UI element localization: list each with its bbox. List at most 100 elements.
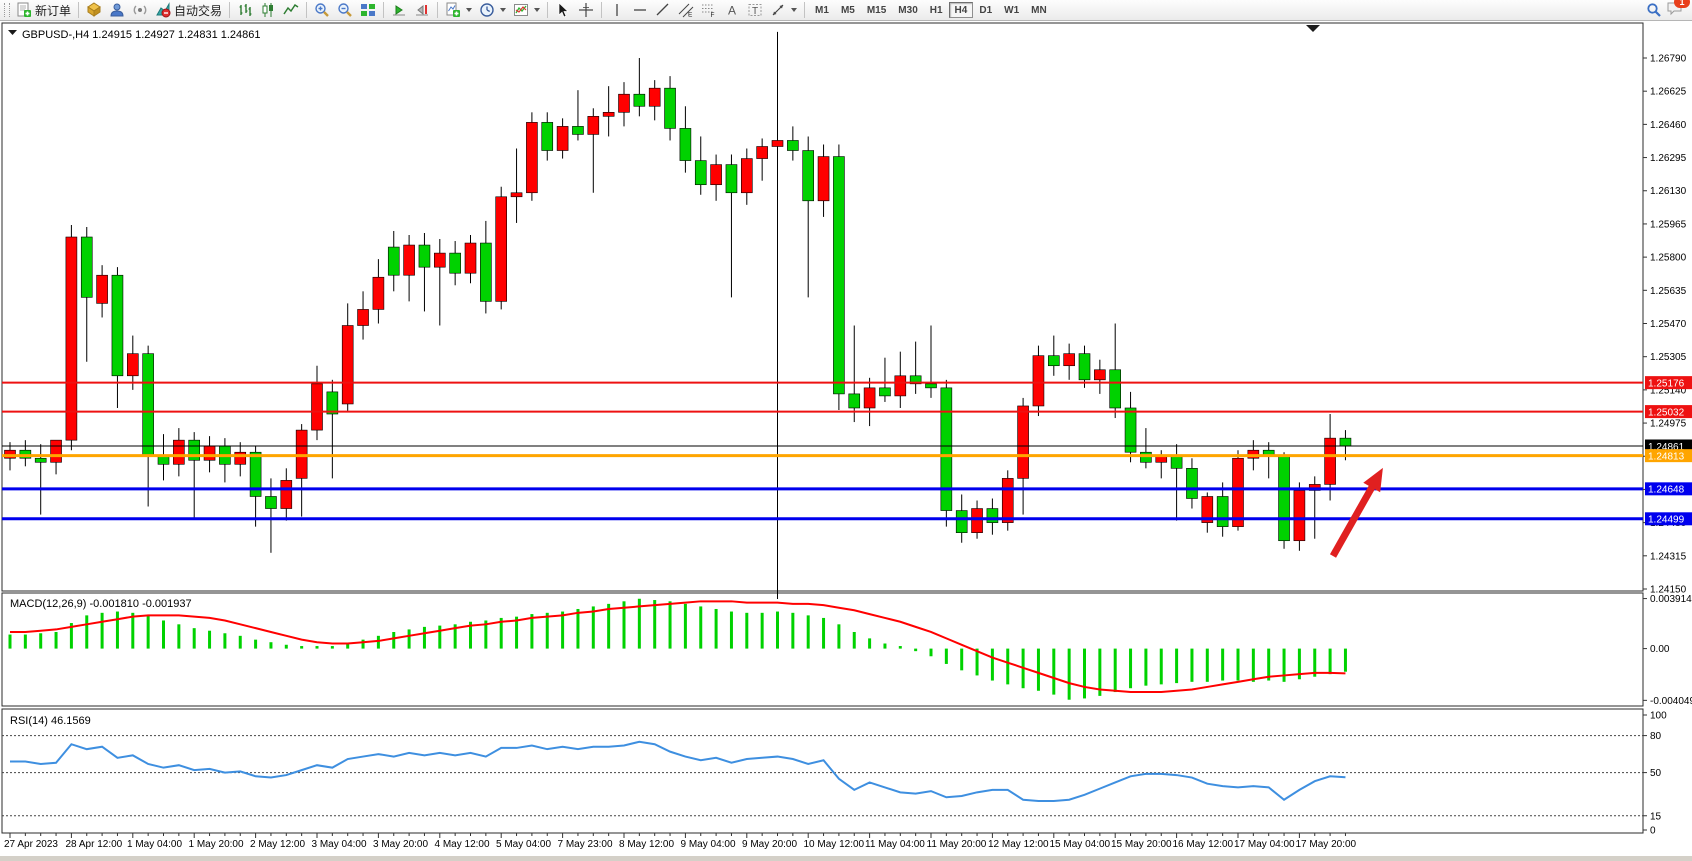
time-axis-label[interactable]: 17 May 20:00 — [1296, 839, 1357, 850]
notifications-button[interactable]: 1 — [1666, 0, 1684, 21]
search-button[interactable] — [1643, 1, 1665, 19]
time-axis-label[interactable]: 16 May 12:00 — [1173, 839, 1234, 850]
auto-scroll-button[interactable] — [388, 1, 410, 19]
indicators-button[interactable] — [442, 1, 475, 19]
zoom-out-button[interactable] — [334, 1, 356, 19]
tab-timeframe-d1[interactable]: D1 — [973, 2, 998, 18]
bar-chart-button[interactable] — [234, 1, 256, 19]
candle-body — [1094, 370, 1105, 380]
autotrading-button[interactable]: 自动交易 — [152, 1, 225, 19]
time-axis-label[interactable]: 11 May 20:00 — [927, 839, 987, 850]
tile-windows-button[interactable] — [357, 1, 379, 19]
arrows-icon — [770, 2, 786, 18]
chevron-down-icon — [791, 8, 797, 12]
svg-text:F: F — [711, 12, 715, 18]
arrows-button[interactable] — [767, 1, 800, 19]
time-axis-label[interactable]: 28 Apr 12:00 — [66, 839, 123, 850]
chart-shift-button[interactable] — [411, 1, 433, 19]
tab-timeframe-m1[interactable]: M1 — [809, 2, 835, 18]
time-axis-label[interactable]: 12 May 12:00 — [988, 839, 1049, 850]
chart-canvas[interactable]: 1.267901.266251.264601.262951.261301.259… — [0, 21, 1692, 856]
time-axis-label[interactable]: 10 May 12:00 — [804, 839, 865, 850]
axis-tick-label: 0.003914 — [1650, 594, 1692, 605]
candle-body — [956, 511, 967, 533]
time-axis-label[interactable]: 7 May 23:00 — [558, 839, 613, 850]
tab-timeframe-h1[interactable]: H1 — [924, 2, 949, 18]
equidistant-channel-button[interactable]: E — [675, 1, 697, 19]
candle-body — [1048, 356, 1059, 366]
level-price-label: 1.24499 — [1648, 515, 1685, 526]
cursor-button[interactable] — [552, 1, 574, 19]
chart-window[interactable]: 1.267901.266251.264601.262951.261301.259… — [0, 21, 1692, 856]
axis-tick-label: -0.004049 — [1650, 696, 1692, 707]
auto-scroll-icon — [391, 2, 407, 18]
axis-tick-label: 1.25305 — [1650, 352, 1687, 363]
time-axis-label[interactable]: 3 May 20:00 — [373, 839, 428, 850]
candle-body — [542, 122, 553, 150]
time-axis-label[interactable]: 1 May 04:00 — [127, 839, 182, 850]
time-axis-label[interactable]: 27 Apr 2023 — [4, 839, 58, 850]
candle-body — [1156, 456, 1167, 462]
time-axis-label[interactable]: 4 May 12:00 — [435, 839, 490, 850]
tab-timeframe-m15[interactable]: M15 — [861, 2, 892, 18]
candle-body — [926, 384, 937, 388]
text-button[interactable]: A — [721, 1, 743, 19]
tab-timeframe-m5[interactable]: M5 — [835, 2, 861, 18]
new-order-button[interactable]: 新订单 — [13, 1, 74, 19]
time-axis-label[interactable]: 8 May 12:00 — [619, 839, 674, 850]
candle-body — [1294, 490, 1305, 540]
axis-tick-label: 100 — [1650, 711, 1667, 722]
candle-body — [987, 509, 998, 523]
autotrading-icon — [155, 2, 171, 18]
time-axis-label[interactable]: 5 May 04:00 — [496, 839, 551, 850]
tab-timeframe-h4[interactable]: H4 — [949, 2, 974, 18]
axis-tick-label: 1.26460 — [1650, 120, 1687, 131]
axis-tick-label: 80 — [1650, 731, 1662, 742]
zoom-out-icon — [337, 2, 353, 18]
market-watch-button[interactable] — [83, 1, 105, 19]
level-price-label: 1.25032 — [1648, 407, 1685, 418]
svg-text:E: E — [688, 12, 693, 19]
templates-button[interactable] — [510, 1, 543, 19]
tab-timeframe-w1[interactable]: W1 — [998, 2, 1025, 18]
time-axis-label[interactable]: 17 May 04:00 — [1234, 839, 1295, 850]
candlestick-chart-button[interactable] — [257, 1, 279, 19]
time-axis-label[interactable]: 9 May 04:00 — [681, 839, 736, 850]
candle-body — [511, 193, 522, 197]
candle-body — [757, 146, 768, 158]
tab-timeframe-m30[interactable]: M30 — [892, 2, 923, 18]
axis-tick-label: 1.26295 — [1650, 153, 1687, 164]
time-axis-label[interactable]: 9 May 20:00 — [742, 839, 797, 850]
axis-tick-label: 1.25965 — [1650, 219, 1687, 230]
line-chart-button[interactable] — [280, 1, 302, 19]
separator — [78, 2, 79, 18]
rsi-indicator-label: RSI(14) 46.1569 — [10, 715, 91, 727]
fibonacci-button[interactable]: F — [698, 1, 720, 19]
separator — [383, 2, 384, 18]
text-label-button[interactable]: T — [744, 1, 766, 19]
candle-body — [388, 247, 399, 275]
candle-body — [787, 140, 798, 150]
zoom-in-button[interactable] — [311, 1, 333, 19]
candle-body — [603, 112, 614, 116]
level-price-label: 1.24648 — [1648, 485, 1685, 496]
time-axis-label[interactable]: 1 May 20:00 — [189, 839, 244, 850]
time-axis-label[interactable]: 11 May 04:00 — [865, 839, 925, 850]
time-axis-label[interactable]: 2 May 12:00 — [250, 839, 305, 850]
candle-body — [465, 243, 476, 273]
horizontal-line-button[interactable] — [629, 1, 651, 19]
profile-button[interactable] — [106, 1, 128, 19]
new-order-label: 新订单 — [35, 2, 71, 19]
vertical-line-button[interactable] — [606, 1, 628, 19]
time-axis-label[interactable]: 3 May 04:00 — [312, 839, 367, 850]
crosshair-button[interactable] — [575, 1, 597, 19]
axis-tick-label: 1.24975 — [1650, 419, 1687, 430]
candle-body — [864, 388, 875, 408]
time-axis-label[interactable]: 15 May 04:00 — [1050, 839, 1111, 850]
signals-button[interactable] — [129, 1, 151, 19]
periods-button[interactable] — [476, 1, 509, 19]
tab-timeframe-mn[interactable]: MN — [1025, 2, 1053, 18]
time-axis-label[interactable]: 15 May 20:00 — [1111, 839, 1172, 850]
trendline-button[interactable] — [652, 1, 674, 19]
bar-chart-icon — [237, 2, 253, 18]
